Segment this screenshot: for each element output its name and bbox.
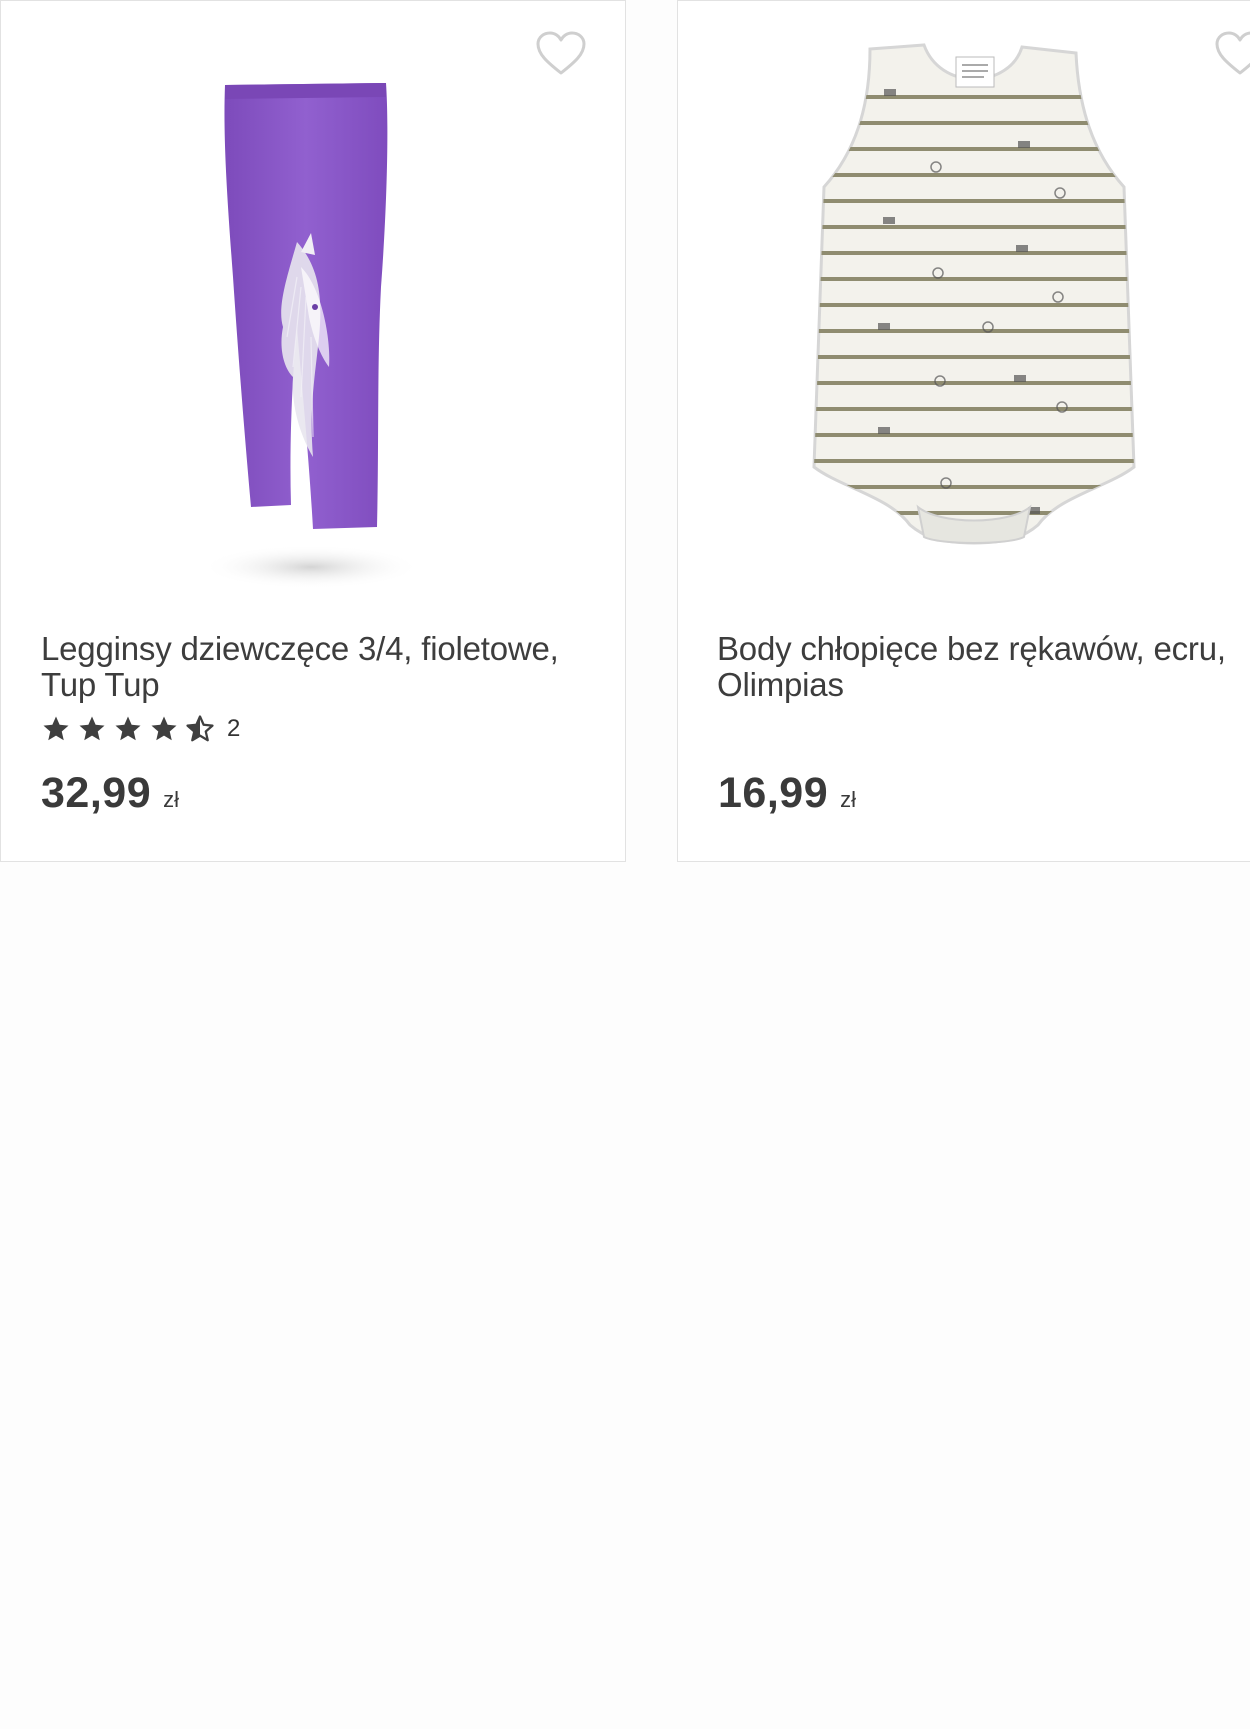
product-card[interactable]: Legginsy dziewczęce 3/4, fioletowe, Tup …	[0, 0, 626, 862]
star-full-icon	[43, 716, 69, 741]
star-half-icon	[186, 715, 214, 742]
star-full-icon	[151, 716, 177, 741]
star-full-icon	[79, 716, 105, 741]
product-price: 32,99 zł	[41, 769, 179, 818]
price-value: 16,99	[718, 769, 829, 817]
product-title[interactable]: Body chłopięce bez rękawów, ecru, Olimpi…	[717, 631, 1250, 703]
product-title[interactable]: Legginsy dziewczęce 3/4, fioletowe, Tup …	[41, 631, 601, 703]
product-image[interactable]	[678, 37, 1250, 607]
price-currency: zł	[163, 787, 179, 812]
product-image[interactable]	[1, 37, 625, 607]
product-rating: 2	[41, 713, 240, 745]
bodysuit-image	[812, 43, 1136, 545]
product-card[interactable]: Body chłopięce bez rękawów, ecru, Olimpi…	[677, 0, 1250, 862]
price-value: 32,99	[41, 769, 152, 817]
product-price: 16,99 zł	[718, 769, 856, 818]
star-full-icon	[115, 716, 141, 741]
rating-count: 2	[227, 715, 241, 742]
leggings-image	[201, 83, 421, 589]
product-grid: Legginsy dziewczęce 3/4, fioletowe, Tup …	[0, 0, 1250, 864]
price-currency: zł	[840, 787, 856, 812]
